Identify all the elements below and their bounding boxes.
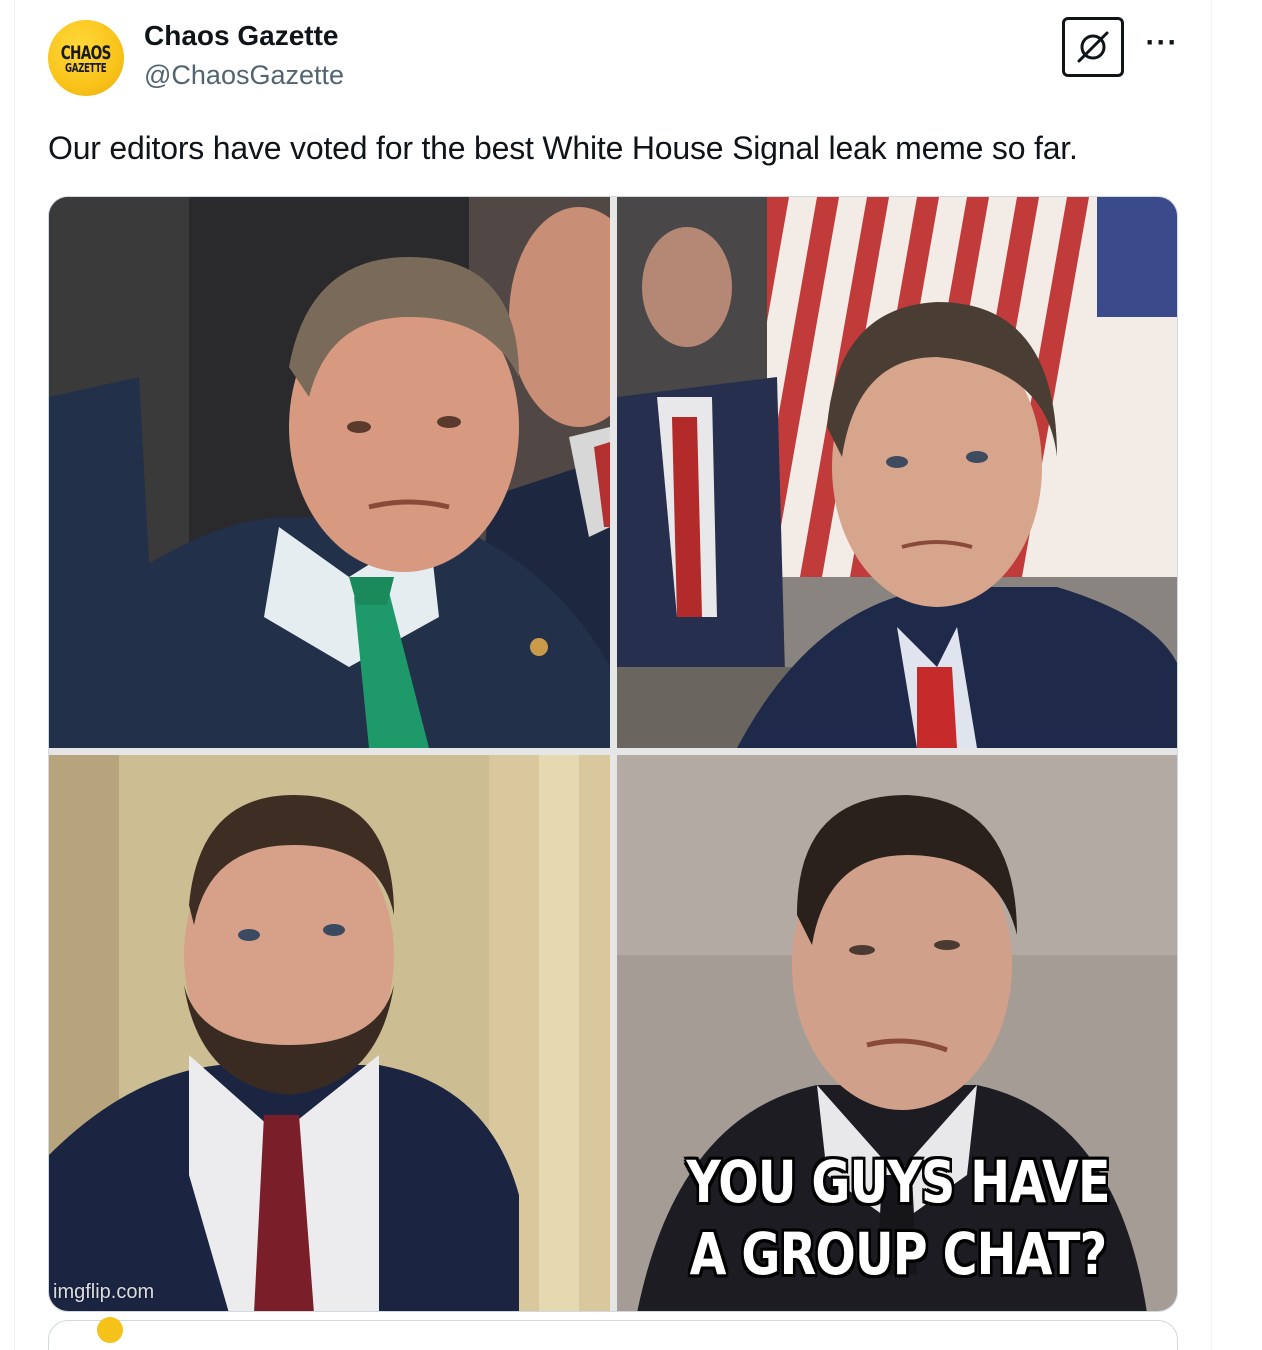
more-dots-icon[interactable]: ··· — [1142, 28, 1182, 58]
man-flag-background-photo — [617, 197, 1177, 748]
slashed-circle-icon — [1077, 31, 1109, 63]
account-name[interactable]: Chaos Gazette — [144, 20, 339, 52]
bearded-man-red-tie-photo: imgflip.com — [49, 755, 610, 1311]
man-squinting-photo: YOU GUYS HAVE A GROUP CHAT? — [617, 755, 1177, 1311]
grok-button[interactable] — [1062, 17, 1124, 77]
account-handle[interactable]: @ChaosGazette — [144, 60, 344, 91]
man-green-tie-photo — [49, 197, 610, 748]
quoted-post-card[interactable] — [48, 1317, 1178, 1350]
quoted-post-avatar — [97, 1317, 123, 1343]
account-avatar[interactable]: CHAOS GAZETTE — [48, 20, 124, 96]
imgflip-watermark: imgflip.com — [53, 1281, 155, 1303]
meme-caption-line1: YOU GUYS HAVE — [686, 1148, 1110, 1216]
tweet-text: Our editors have voted for the best Whit… — [48, 130, 1078, 166]
meme-image[interactable]: imgflip.com YOU GUYS HAVE A GROUP CHAT? — [48, 196, 1178, 1312]
avatar-text-line1: CHAOS — [61, 42, 112, 64]
meme-caption-line2: A GROUP CHAT? — [689, 1220, 1108, 1288]
avatar-text-line2: GAZETTE — [65, 61, 107, 75]
